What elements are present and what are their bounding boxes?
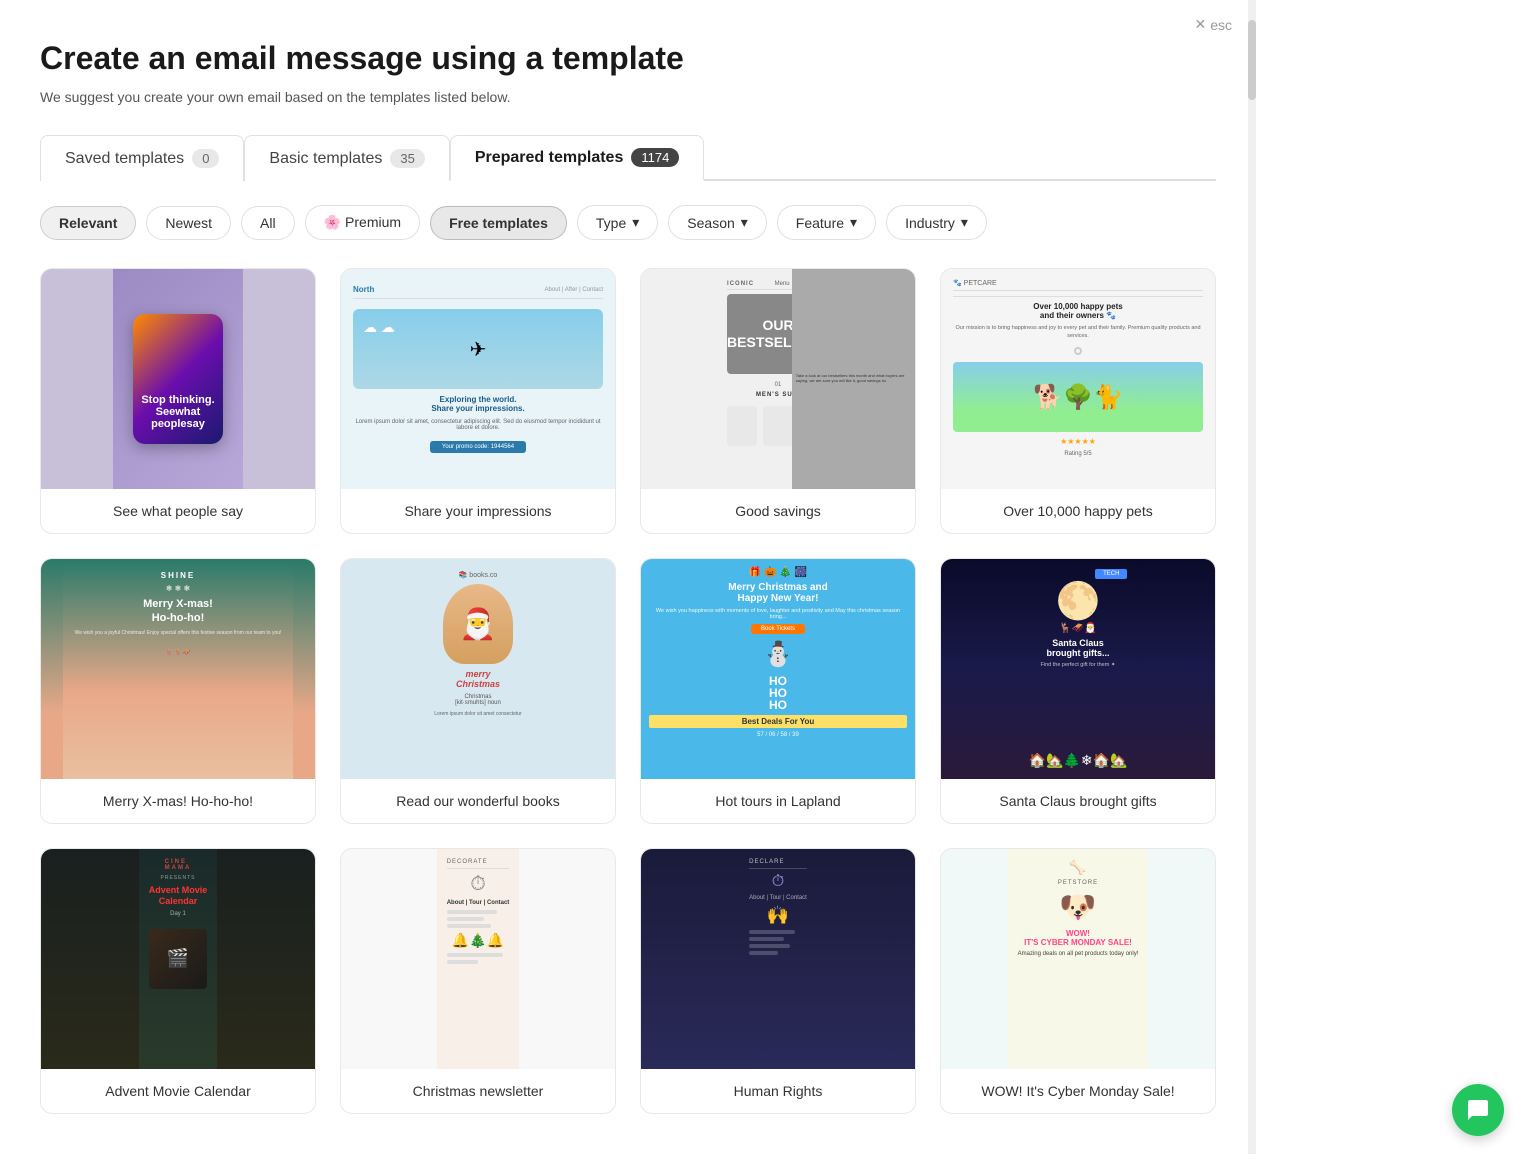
template-preview: CINEMAMA PRESENTS Advent MovieCalendar D… xyxy=(41,849,315,1069)
filter-free[interactable]: Free templates xyxy=(430,206,567,240)
template-grid: Stop thinking.Seewhat peoplesay See what… xyxy=(40,268,1216,1114)
template-preview: DECLARE ⏱ About | Tour | Contact 🙌 xyxy=(641,849,915,1069)
filter-newest[interactable]: Newest xyxy=(146,206,231,240)
filter-all[interactable]: All xyxy=(241,206,295,240)
template-label: Santa Claus brought gifts xyxy=(941,779,1215,823)
template-label: Over 10,000 happy pets xyxy=(941,489,1215,533)
template-preview: North About | After | Contact ☁ ☁ ✈ Expl… xyxy=(341,269,615,489)
filter-industry[interactable]: Industry ▾ xyxy=(886,205,987,240)
tabs-row: Saved templates 0 Basic templates 35 Pre… xyxy=(40,133,1216,181)
tab-saved[interactable]: Saved templates 0 xyxy=(40,135,244,181)
template-label: Merry X-mas! Ho-ho-ho! xyxy=(41,779,315,823)
template-card[interactable]: North About | After | Contact ☁ ☁ ✈ Expl… xyxy=(340,268,616,534)
template-card[interactable]: SHINE ❄ ❄ ❄ Merry X-mas!Ho-ho-ho! We wis… xyxy=(40,558,316,824)
template-card[interactable]: Stop thinking.Seewhat peoplesay See what… xyxy=(40,268,316,534)
filter-relevant[interactable]: Relevant xyxy=(40,206,136,240)
chevron-down-icon: ▾ xyxy=(850,214,857,231)
template-preview: SHINE ❄ ❄ ❄ Merry X-mas!Ho-ho-ho! We wis… xyxy=(41,559,315,779)
chat-button[interactable] xyxy=(1452,1084,1504,1136)
template-card[interactable]: 📚 books.co 🎅 merryChristmas Christmas[ki… xyxy=(340,558,616,824)
tab-basic[interactable]: Basic templates 35 xyxy=(244,135,449,181)
close-icon: ✕ xyxy=(1194,16,1206,33)
filter-premium[interactable]: 🌸Premium xyxy=(305,205,420,240)
filter-feature[interactable]: Feature ▾ xyxy=(777,205,876,240)
chevron-down-icon: ▾ xyxy=(632,214,639,231)
esc-button[interactable]: ✕ esc xyxy=(1194,16,1232,33)
template-card[interactable]: 🎁 🎃 🎄 🎆 Merry Christmas andHappy New Yea… xyxy=(640,558,916,824)
template-label: Human Rights xyxy=(641,1069,915,1113)
tab-prepared[interactable]: Prepared templates 1174 xyxy=(450,135,704,181)
template-preview: ICONIC Menu About Shop OURBESTSELLERS Ta… xyxy=(641,269,915,489)
filter-season[interactable]: Season ▾ xyxy=(668,205,767,240)
template-card[interactable]: CINEMAMA PRESENTS Advent MovieCalendar D… xyxy=(40,848,316,1114)
template-label: Good savings xyxy=(641,489,915,533)
template-label: Advent Movie Calendar xyxy=(41,1069,315,1113)
template-card[interactable]: DECORATE ⏱ About | Tour | Contact 🔔🎄🔔 Ch… xyxy=(340,848,616,1114)
premium-icon: 🌸 xyxy=(324,214,341,230)
scrollbar-thumb xyxy=(1248,20,1256,100)
template-label: WOW! It's Cyber Monday Sale! xyxy=(941,1069,1215,1113)
template-preview: 🎁 🎃 🎄 🎆 Merry Christmas andHappy New Yea… xyxy=(641,559,915,779)
template-preview: Stop thinking.Seewhat peoplesay xyxy=(41,269,315,489)
esc-label: esc xyxy=(1210,17,1232,33)
page-title: Create an email message using a template xyxy=(40,40,1216,77)
chevron-down-icon: ▾ xyxy=(741,214,748,231)
template-label: Christmas newsletter xyxy=(341,1069,615,1113)
template-preview: DECORATE ⏱ About | Tour | Contact 🔔🎄🔔 xyxy=(341,849,615,1069)
template-label: See what people say xyxy=(41,489,315,533)
filter-row: Relevant Newest All 🌸Premium Free templa… xyxy=(40,205,1216,240)
template-preview: TECH 🌕 🦌🛷🎅 Santa Clausbrought gifts... F… xyxy=(941,559,1215,779)
template-card[interactable]: TECH 🌕 🦌🛷🎅 Santa Clausbrought gifts... F… xyxy=(940,558,1216,824)
template-label: Hot tours in Lapland xyxy=(641,779,915,823)
template-card[interactable]: 🦴 PetStore 🐶 WOW!IT'S CYBER MONDAY SALE!… xyxy=(940,848,1216,1114)
template-label: Share your impressions xyxy=(341,489,615,533)
page-subtitle: We suggest you create your own email bas… xyxy=(40,89,1216,105)
template-card[interactable]: DECLARE ⏱ About | Tour | Contact 🙌 Human… xyxy=(640,848,916,1114)
chat-icon xyxy=(1466,1098,1490,1122)
filter-type[interactable]: Type ▾ xyxy=(577,205,658,240)
template-label: Read our wonderful books xyxy=(341,779,615,823)
chevron-down-icon: ▾ xyxy=(961,214,968,231)
template-card[interactable]: 🐾 PETCARE Over 10,000 happy petsand thei… xyxy=(940,268,1216,534)
template-preview: 📚 books.co 🎅 merryChristmas Christmas[ki… xyxy=(341,559,615,779)
scrollbar[interactable] xyxy=(1248,0,1256,1154)
template-preview: 🐾 PETCARE Over 10,000 happy petsand thei… xyxy=(941,269,1215,489)
template-card[interactable]: ICONIC Menu About Shop OURBESTSELLERS Ta… xyxy=(640,268,916,534)
template-preview: 🦴 PetStore 🐶 WOW!IT'S CYBER MONDAY SALE!… xyxy=(941,849,1215,1069)
